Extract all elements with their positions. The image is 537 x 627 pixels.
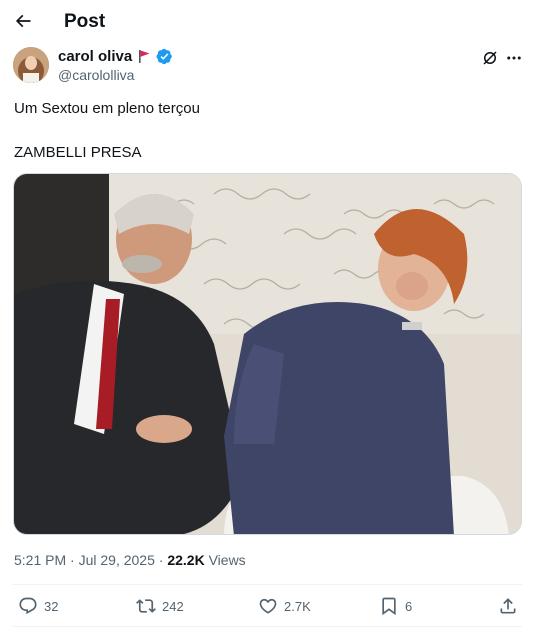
- tweet-line-1: Um Sextou em pleno terçou: [14, 100, 200, 117]
- repost-icon: [136, 599, 156, 613]
- tweet-line-2: ZAMBELLI PRESA: [14, 144, 142, 161]
- red-flag-icon: [139, 50, 150, 63]
- bookmark-icon: [382, 597, 396, 616]
- like-count: 2.7K: [284, 598, 311, 614]
- tweet-time[interactable]: 5:21 PM: [14, 552, 66, 568]
- author-name[interactable]: carol oliva: [58, 48, 132, 65]
- author-name-row[interactable]: carol oliva: [58, 48, 173, 65]
- more-dots-icon: [507, 56, 521, 60]
- repost-count: 242: [162, 598, 184, 614]
- avatar[interactable]: [13, 47, 49, 83]
- reply-button[interactable]: 32: [18, 593, 58, 619]
- heart-icon: [259, 598, 277, 614]
- author-handle[interactable]: @carololliva: [58, 67, 134, 83]
- more-options-button[interactable]: [503, 47, 525, 69]
- arrow-left-icon: [15, 14, 31, 28]
- grok-icon: [483, 51, 497, 65]
- page-title: Post: [64, 11, 106, 32]
- top-bar: Post: [0, 0, 537, 44]
- back-button[interactable]: [8, 6, 38, 36]
- bookmark-button[interactable]: 6: [379, 593, 412, 619]
- views-label: Views: [204, 552, 246, 568]
- bookmark-count: 6: [405, 598, 413, 614]
- grok-button[interactable]: [479, 47, 501, 69]
- tweet-meta: 5:21 PM · Jul 29, 2025 · 22.2K Views: [14, 552, 246, 568]
- tweet-date[interactable]: Jul 29, 2025: [79, 552, 155, 568]
- reply-icon: [19, 597, 37, 615]
- share-button[interactable]: [498, 593, 518, 619]
- tweet-text: Um Sextou em pleno terçou ZAMBELLI PRESA: [14, 98, 200, 164]
- views-count: 22.2K: [167, 552, 205, 568]
- reply-count: 32: [44, 598, 59, 614]
- divider: [13, 584, 522, 585]
- verified-badge-icon: [156, 48, 172, 65]
- like-button[interactable]: 2.7K: [258, 593, 311, 619]
- share-icon: [500, 598, 516, 614]
- tweet-photo[interactable]: [13, 173, 522, 535]
- repost-button[interactable]: 242: [136, 593, 184, 619]
- action-bar: 32 242 2.7K 6: [0, 587, 537, 625]
